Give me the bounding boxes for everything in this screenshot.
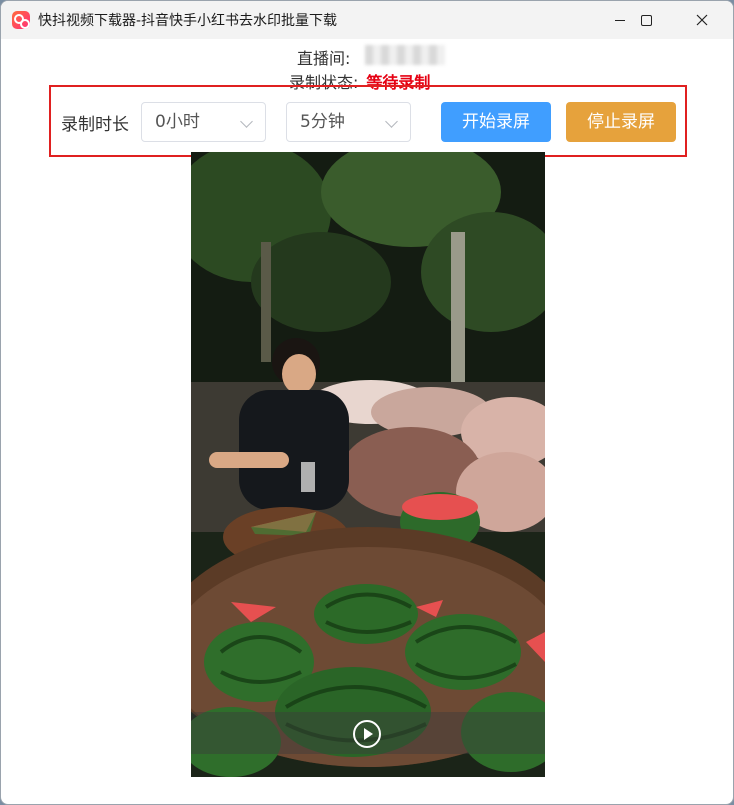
- close-button[interactable]: [679, 1, 725, 39]
- minutes-select-value: 5分钟: [300, 112, 345, 132]
- close-icon: [696, 14, 708, 26]
- play-icon[interactable]: [353, 720, 381, 748]
- app-logo-icon: [12, 11, 30, 29]
- maximize-icon: [640, 14, 652, 26]
- start-recording-button[interactable]: 开始录屏: [441, 102, 551, 142]
- chevron-down-icon: [240, 115, 253, 128]
- live-video-preview[interactable]: [191, 152, 545, 777]
- hours-select[interactable]: 0小时: [141, 102, 266, 142]
- app-window: 快抖视频下载器-抖音快手小红书去水印批量下载 直播间: 录制状态: 等待录制 录制…: [0, 0, 734, 805]
- stop-recording-button[interactable]: 停止录屏: [566, 102, 676, 142]
- maximize-button[interactable]: [623, 1, 669, 39]
- window-title: 快抖视频下载器-抖音快手小红书去水印批量下载: [38, 13, 338, 29]
- duration-label: 录制时长: [61, 115, 129, 135]
- minutes-select[interactable]: 5分钟: [286, 102, 411, 142]
- chevron-down-icon: [385, 115, 398, 128]
- hours-select-value: 0小时: [155, 112, 200, 132]
- live-room-label: 直播间:: [297, 49, 351, 68]
- live-room-id-redacted: [365, 45, 445, 65]
- title-bar: 快抖视频下载器-抖音快手小红书去水印批量下载: [1, 1, 733, 39]
- video-frame-image: [191, 152, 545, 777]
